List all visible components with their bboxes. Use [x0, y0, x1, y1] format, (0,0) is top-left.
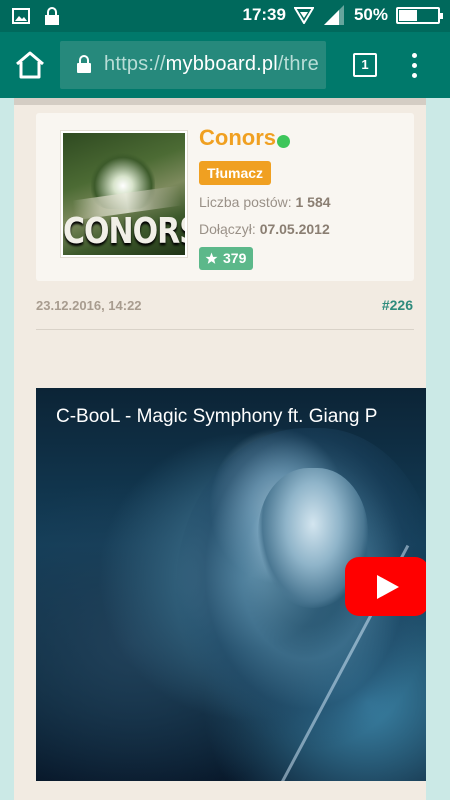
joined-value: 07.05.2012 [259, 221, 330, 237]
reputation-value: 379 [223, 250, 247, 266]
youtube-video-embed[interactable]: C-BooL - Magic Symphony ft. Giang P [36, 388, 426, 781]
posts-value: 1 584 [295, 194, 331, 210]
youtube-play-icon[interactable] [345, 557, 426, 616]
posts-count: Liczba postów: 1 584 [199, 194, 331, 210]
home-icon[interactable] [14, 50, 46, 80]
avatar-text: CONORS [63, 210, 187, 253]
url-path: /thre [277, 53, 319, 75]
lock-icon [77, 55, 91, 73]
url-scheme: https:// [104, 53, 166, 75]
status-time: 17:39 [242, 5, 286, 24]
battery-icon [396, 6, 443, 24]
status-bar: 17:39 50% [0, 0, 450, 32]
post-author-card: CONORS Conors Tłumacz Liczba postów: 1 5… [36, 113, 414, 281]
url-host: mybboard.pl [165, 53, 278, 75]
reputation-badge[interactable]: 379 [199, 247, 254, 270]
overflow-menu-icon[interactable] [406, 52, 422, 80]
online-status-icon [277, 135, 290, 148]
battery-percent: 50% [353, 5, 388, 24]
url-text: https://mybboard.pl/thre [104, 53, 319, 76]
post-date: 23.12.2016, 14:22 [36, 298, 142, 313]
tab-count: 1 [361, 57, 369, 72]
vibrate-icon [293, 7, 314, 24]
address-bar[interactable]: https://mybboard.pl/thre [60, 41, 326, 89]
star-icon [205, 252, 218, 264]
image-icon [12, 8, 30, 24]
joined-label: Dołączył: [199, 221, 256, 237]
lock-icon [45, 7, 59, 25]
joined-date: Dołączył: 07.05.2012 [199, 221, 330, 237]
signal-icon [323, 5, 344, 25]
divider [36, 329, 414, 330]
browser-toolbar: https://mybboard.pl/thre 1 [0, 32, 450, 98]
video-title[interactable]: C-BooL - Magic Symphony ft. Giang P [56, 406, 377, 428]
battery-level [399, 9, 417, 21]
page-content: CONORS Conors Tłumacz Liczba postów: 1 5… [14, 98, 426, 800]
post-number-link[interactable]: #226 [382, 297, 413, 313]
posts-label: Liczba postów: [199, 194, 292, 210]
rank-badge: Tłumacz [199, 161, 272, 185]
username-link[interactable]: Conors [199, 125, 276, 151]
tabs-icon[interactable]: 1 [353, 53, 377, 77]
avatar[interactable]: CONORS [61, 131, 187, 257]
